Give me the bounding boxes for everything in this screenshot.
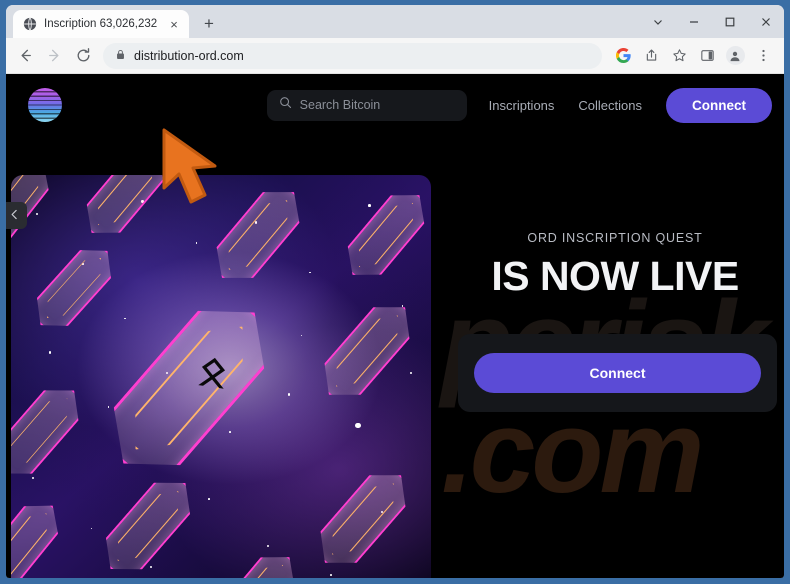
search-input[interactable]: Search Bitcoin: [266, 89, 467, 121]
chevron-left-icon: [9, 207, 20, 225]
back-icon[interactable]: [12, 42, 39, 69]
nav-link-collections[interactable]: Collections: [578, 98, 642, 113]
inscription-artwork[interactable]: ᛟ: [11, 175, 431, 578]
browser-window: Inscription 63,026,232 × + distribution-…: [0, 0, 790, 584]
close-icon[interactable]: ×: [166, 16, 182, 32]
avatar: [725, 46, 745, 65]
close-window-icon[interactable]: [748, 7, 784, 37]
kebab-menu-icon[interactable]: [750, 43, 776, 69]
share-icon[interactable]: [638, 43, 664, 69]
connect-button-hero[interactable]: Connect: [474, 353, 761, 393]
hero-section: ORD INSCRIPTION QUEST IS NOW LIVE Connec…: [446, 175, 784, 578]
minimize-icon[interactable]: [676, 7, 712, 37]
carousel-prev-button[interactable]: [6, 202, 27, 229]
maximize-icon[interactable]: [712, 7, 748, 37]
google-icon[interactable]: [610, 43, 636, 69]
browser-toolbar: distribution-ord.com: [6, 38, 784, 74]
browser-chrome: Inscription 63,026,232 × + distribution-…: [6, 5, 784, 578]
profile-avatar-icon[interactable]: [722, 43, 748, 69]
window-controls: [640, 5, 784, 38]
browser-tab[interactable]: Inscription 63,026,232 ×: [13, 10, 189, 38]
forward-icon: [41, 42, 68, 69]
connect-button-header[interactable]: Connect: [666, 87, 772, 123]
rune-glyph: ᛟ: [194, 348, 231, 397]
chevron-down-icon[interactable]: [640, 7, 676, 37]
tab-title: Inscription 63,026,232: [44, 18, 158, 30]
lock-icon: [115, 47, 126, 65]
globe-icon: [22, 17, 37, 32]
hero-title: IS NOW LIVE: [491, 253, 739, 299]
hero-connect-card: Connect: [458, 334, 777, 412]
hero-eyebrow: ORD INSCRIPTION QUEST: [527, 231, 703, 245]
search-icon: [279, 96, 292, 114]
new-tab-button[interactable]: +: [198, 12, 220, 34]
url-text: distribution-ord.com: [134, 48, 244, 63]
bookmark-star-icon[interactable]: [666, 43, 692, 69]
search-placeholder: Search Bitcoin: [299, 98, 381, 112]
reload-icon[interactable]: [70, 42, 97, 69]
address-bar[interactable]: distribution-ord.com: [103, 42, 602, 69]
tab-strip: Inscription 63,026,232 × +: [6, 5, 784, 38]
side-panel-icon[interactable]: [694, 43, 720, 69]
page-viewport: pcrisk .com Search Bitcoin Inscripti: [6, 74, 784, 578]
orange-arrow-pointer: [158, 126, 230, 208]
site-header: Search Bitcoin Inscriptions Collections …: [6, 74, 784, 136]
ord-logo-icon[interactable]: [28, 88, 62, 122]
nav-link-inscriptions[interactable]: Inscriptions: [489, 98, 555, 113]
